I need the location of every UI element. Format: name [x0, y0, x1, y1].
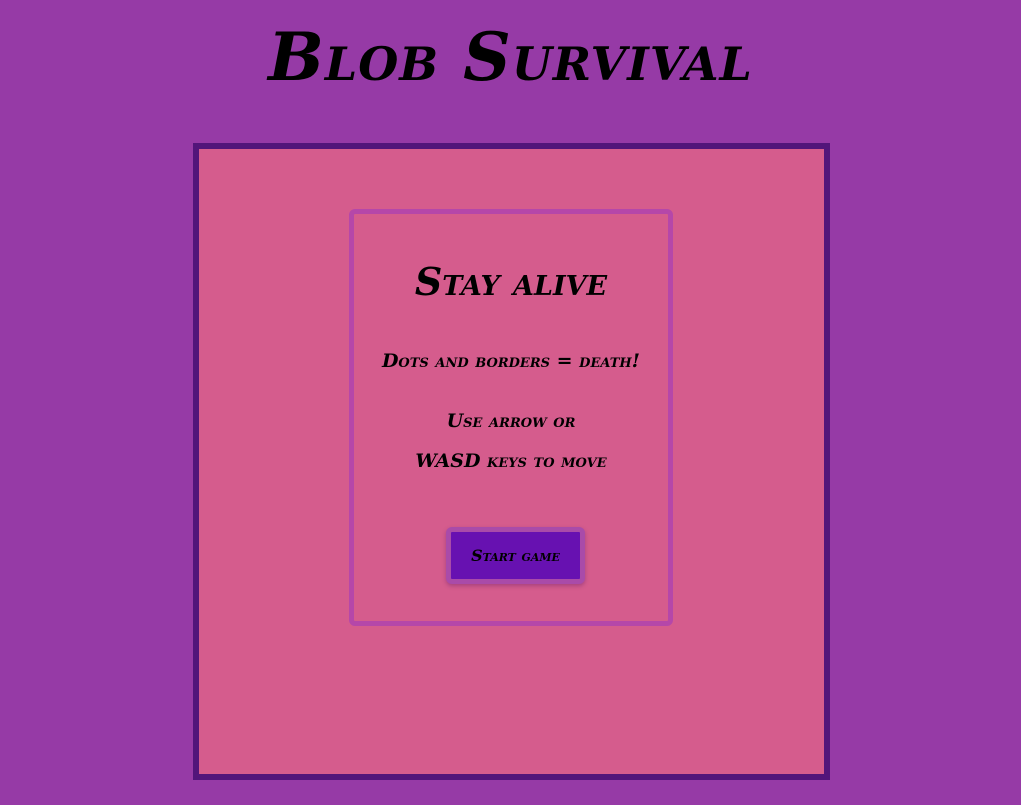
game-title: Blob Survival	[268, 18, 753, 96]
start-menu-card: Stay alive Dots and borders = death! Use…	[349, 209, 673, 626]
start-game-button[interactable]: Start game	[446, 527, 585, 584]
game-arena: Stay alive Dots and borders = death! Use…	[193, 143, 830, 780]
controls-text-line-1: Use arrow or	[446, 410, 576, 432]
menu-heading: Stay alive	[414, 259, 608, 304]
rule-death-text: Dots and borders = death!	[381, 350, 641, 372]
controls-text-line-2: WASD keys to move	[415, 450, 607, 472]
